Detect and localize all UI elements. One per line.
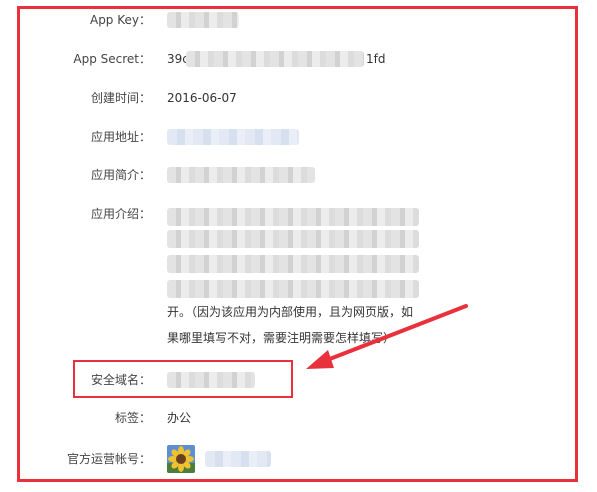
created-label: 创建时间： bbox=[90, 91, 151, 105]
row-created: 创建时间： 2016-06-07 bbox=[0, 88, 597, 108]
domain-value-redacted bbox=[167, 372, 255, 388]
row-app-secret: App Secret： 39c 1fd bbox=[0, 49, 597, 69]
app-url-label: 应用地址： bbox=[90, 130, 151, 144]
account-label: 官方运营帐号： bbox=[66, 452, 151, 466]
intro-text-line-b: 果哪里填写不对，需要注明需要怎样填写） bbox=[167, 331, 396, 345]
row-summary: 应用简介： bbox=[0, 165, 597, 185]
sunflower-avatar-icon[interactable] bbox=[167, 445, 195, 473]
app-secret-label: App Secret： bbox=[73, 52, 151, 66]
tags-label: 标签： bbox=[114, 411, 151, 425]
app-secret-value-end: 1fd bbox=[366, 52, 386, 66]
account-name-redacted[interactable] bbox=[205, 451, 271, 467]
intro-line-redacted-2 bbox=[167, 230, 419, 248]
row-tags: 标签： 办公 bbox=[0, 408, 597, 428]
row-app-key: App Key： bbox=[0, 10, 597, 30]
tags-value: 办公 bbox=[167, 411, 192, 425]
intro-line-redacted-3 bbox=[167, 255, 419, 273]
app-secret-value-redacted bbox=[186, 51, 364, 67]
intro-line-redacted-1 bbox=[167, 208, 419, 226]
row-account: 官方运营帐号： bbox=[0, 449, 597, 469]
intro-label: 应用介绍： bbox=[90, 207, 151, 221]
row-domain: 安全域名： bbox=[0, 370, 597, 390]
intro-text-line-a: 开。（因为该应用为内部使用，且为网页版，如 bbox=[167, 305, 414, 319]
domain-label: 安全域名： bbox=[90, 373, 151, 387]
app-key-value-redacted bbox=[167, 12, 239, 28]
summary-value-redacted bbox=[167, 167, 315, 183]
created-value: 2016-06-07 bbox=[167, 91, 237, 105]
app-key-label: App Key： bbox=[89, 13, 151, 27]
intro-line-redacted-4 bbox=[167, 280, 419, 298]
app-url-value-redacted[interactable] bbox=[167, 129, 299, 145]
summary-label: 应用简介： bbox=[90, 168, 151, 182]
row-app-url: 应用地址： bbox=[0, 127, 597, 147]
